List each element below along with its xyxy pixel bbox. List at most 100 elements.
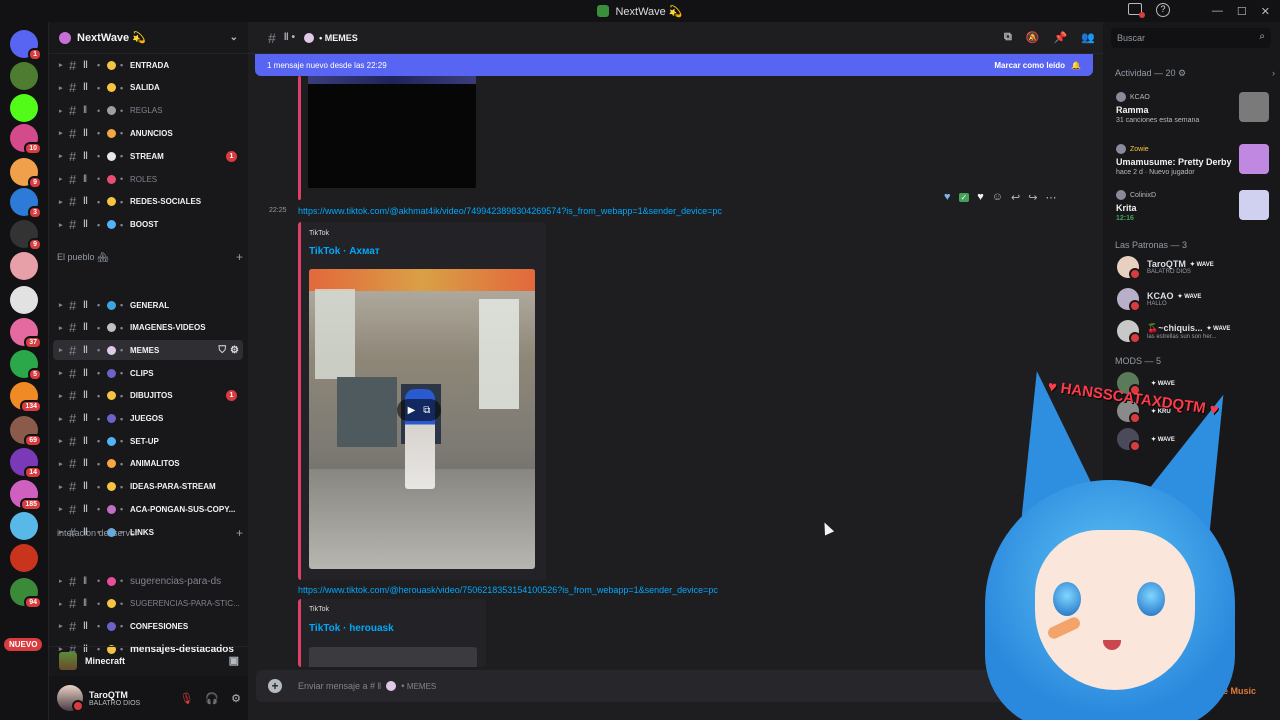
member-row[interactable]: 🍒~chiquis... ✦ WAVE las estrellas sun son … [1117,318,1267,344]
search-input[interactable]: Buscar ⌕ [1111,28,1271,48]
gear-icon[interactable]: ⚙ [1178,68,1186,79]
message-composer[interactable]: + Enviar mensaje a # ǁ • MEMES [256,670,1094,702]
server-globe-icon[interactable]: 3 [10,188,42,219]
server-pink-icon[interactable]: 37 [10,318,42,349]
channel-memes[interactable]: ▸ # ǁ • • memes ⛉ ⚙ [53,340,243,361]
channel-redes-sociales[interactable]: ▸ # ǁ • • redes-sociales [53,192,243,212]
channel-dibujitos[interactable]: ▸ # ǁ • • dibujitos 1 [53,386,243,406]
activity-card[interactable]: ColinixD Krita 12:16 [1111,184,1273,228]
channel-aca-pongan-sus-copy[interactable]: ▸ # ǁ • • aca-pongan-sus-copy... [53,499,243,519]
notification-icon[interactable]: 🔕 [1026,31,1040,44]
new-messages-bar[interactable]: 1 mensaje nuevo desde las 22:29 Marcar c… [255,54,1093,76]
member-row[interactable]: ✦ WAVE [1117,426,1267,452]
message-link[interactable]: https://www.tiktok.com/@herouask/video/7… [298,585,718,595]
search-placeholder: Buscar [1117,33,1146,43]
play-icon[interactable]: ▶ ⧉ [397,399,441,421]
member-row[interactable]: ✦ WAVE [1117,370,1267,396]
message-link[interactable]: https://www.tiktok.com/@akhmat4ik/video/… [298,206,722,216]
channel-anuncios[interactable]: ▸ # ǁ • • anuncios [53,123,243,143]
server-cat-icon[interactable]: 9 [10,220,42,251]
channel-emoji-icon [107,576,116,586]
server-frog-icon[interactable]: 94 [10,578,42,609]
chevron-right-icon[interactable]: › [1272,68,1275,79]
activity-card[interactable]: Zowie Umamusume: Pretty Derby hace 2 d · N… [1111,138,1273,182]
channel-animalitos[interactable]: ▸ # ǁ • • animalitos [53,454,243,474]
mention-badge: 134 [20,400,42,413]
channel-confesiones[interactable]: ▸ # ǁ • • confesiones [53,616,243,636]
server-orange-icon[interactable]: 134 [10,382,42,413]
channel-clips[interactable]: ▸ # ǁ • • clips [53,363,243,383]
blue-heart-icon[interactable]: ♥ [944,191,951,203]
channel-ideas-para-stream[interactable]: ▸ # ǁ • • ideas-para-stream [53,477,243,497]
channel-reglas[interactable]: ▸ # ǁ • • reglas [53,101,243,121]
voice-channel-row[interactable]: Minecraft ▣ [49,646,249,674]
server-fox-icon[interactable] [10,286,38,314]
embed-title[interactable]: TikTok · herouask [309,623,394,634]
server-bluehair-icon[interactable] [10,512,38,540]
member-row[interactable]: TaroQTM ✦ WAVE BALATRO DIOS [1117,254,1267,280]
channel-set-up[interactable]: ▸ # ǁ • • set-up [53,431,243,451]
channel-links[interactable]: ▸ # ǁ • • links [53,522,243,542]
member-list-icon[interactable]: 👥 [1081,31,1095,44]
gear-icon[interactable]: ⚙ [230,345,239,356]
channel-imagenes-videos[interactable]: ▸ # ǁ • • imagenes-videos [53,318,243,338]
attach-icon[interactable]: + [268,679,282,693]
server-sunset-icon[interactable] [10,544,38,572]
channel-title: MEMES [324,32,358,43]
add-member-icon[interactable]: ⛉ [219,345,227,356]
member-row[interactable]: KCAO ✦ WAVE HALLO [1117,286,1267,312]
channel-sugerencias-para-stic[interactable]: ▸ # ǁ • • sugerencias-para-stic... [53,594,243,614]
screen-share-icon[interactable]: ▣ [229,654,239,667]
next-server-icon[interactable]: 10 [10,124,42,155]
channel-emoji-icon [107,300,116,310]
guild-header[interactable]: NextWave 💫 ⌄ [49,22,248,54]
add-channel-icon[interactable]: + [236,250,243,264]
server-anime-icon[interactable] [10,252,38,280]
forward-icon[interactable]: ↪ [1028,191,1037,204]
check-icon[interactable]: ✓ [958,192,970,202]
server-pinkhair-icon[interactable]: 185 [10,480,42,511]
server-girl-icon[interactable]: 69 [10,416,42,447]
channel-entrada[interactable]: ▸ # ǁ • • entrada [53,55,243,75]
channel-salida[interactable]: ▸ # ǁ • • salida [53,78,243,98]
member-row[interactable]: ✦ KRÜ [1117,398,1267,424]
chevron-down-icon[interactable]: ⌄ [230,32,238,43]
embed-video-thumbnail[interactable] [309,647,477,667]
channel-juegos[interactable]: ▸ # ǁ • • juegos [53,409,243,429]
channel-boost[interactable]: ▸ # ǁ • • boost [53,215,243,235]
channel-general[interactable]: ▸ # ǁ • • general [53,295,243,315]
headphones-icon[interactable]: 🎧 [205,692,219,705]
channel-sugerencias-para-ds[interactable]: ▸ # ǁ • • sugerencias-para-ds [53,571,243,591]
category-pueblo[interactable]: El pueblo 🏘 + [57,250,243,264]
white-heart-icon[interactable]: ♥ [977,191,984,203]
embed-video-thumbnail[interactable]: ▶ ⧉ [309,269,535,569]
reply-icon[interactable]: ↩ [1011,191,1020,204]
activity-card[interactable]: KCAO Ramma 31 canciones esta semana [1111,86,1273,130]
avatar[interactable] [57,685,84,712]
embed-title[interactable]: TikTok · Ахмат [309,246,380,257]
open-external-icon[interactable]: ⧉ [423,405,430,416]
member-tag: ✦ WAVE [1151,436,1175,443]
close-icon[interactable]: ✕ [1261,5,1270,18]
minimize-icon[interactable]: — [1212,5,1223,17]
server-flowers-icon[interactable]: 9 [10,158,42,189]
server-green-icon[interactable]: 5 [10,350,42,381]
gear-icon[interactable]: ⚙ [231,692,241,705]
channel-roles[interactable]: ▸ # ǁ • • roles [53,169,243,189]
mic-muted-icon[interactable]: 🎙 [179,692,193,705]
threads-icon[interactable]: ⧉ [1004,31,1012,44]
expand-icon: ▸ [59,221,63,229]
video-player[interactable] [308,76,476,188]
inbox-icon[interactable] [1128,3,1145,18]
maximize-icon[interactable]: ☐ [1237,5,1247,18]
more-icon[interactable]: ⋯ [1045,191,1056,204]
discord-home-icon[interactable]: 1 [10,30,42,61]
kick-server-icon[interactable] [10,94,38,122]
minecraft-server-icon[interactable] [10,62,38,90]
pin-icon[interactable]: 📌 [1054,31,1068,44]
server-t-icon[interactable]: 14 [10,448,42,479]
channel-stream[interactable]: ▸ # ǁ • • stream 1 [53,146,243,166]
add-reaction-icon[interactable]: ☺ [992,191,1003,203]
mark-read-button[interactable]: Marcar como leído [994,61,1065,70]
help-icon[interactable]: ? [1156,3,1170,17]
